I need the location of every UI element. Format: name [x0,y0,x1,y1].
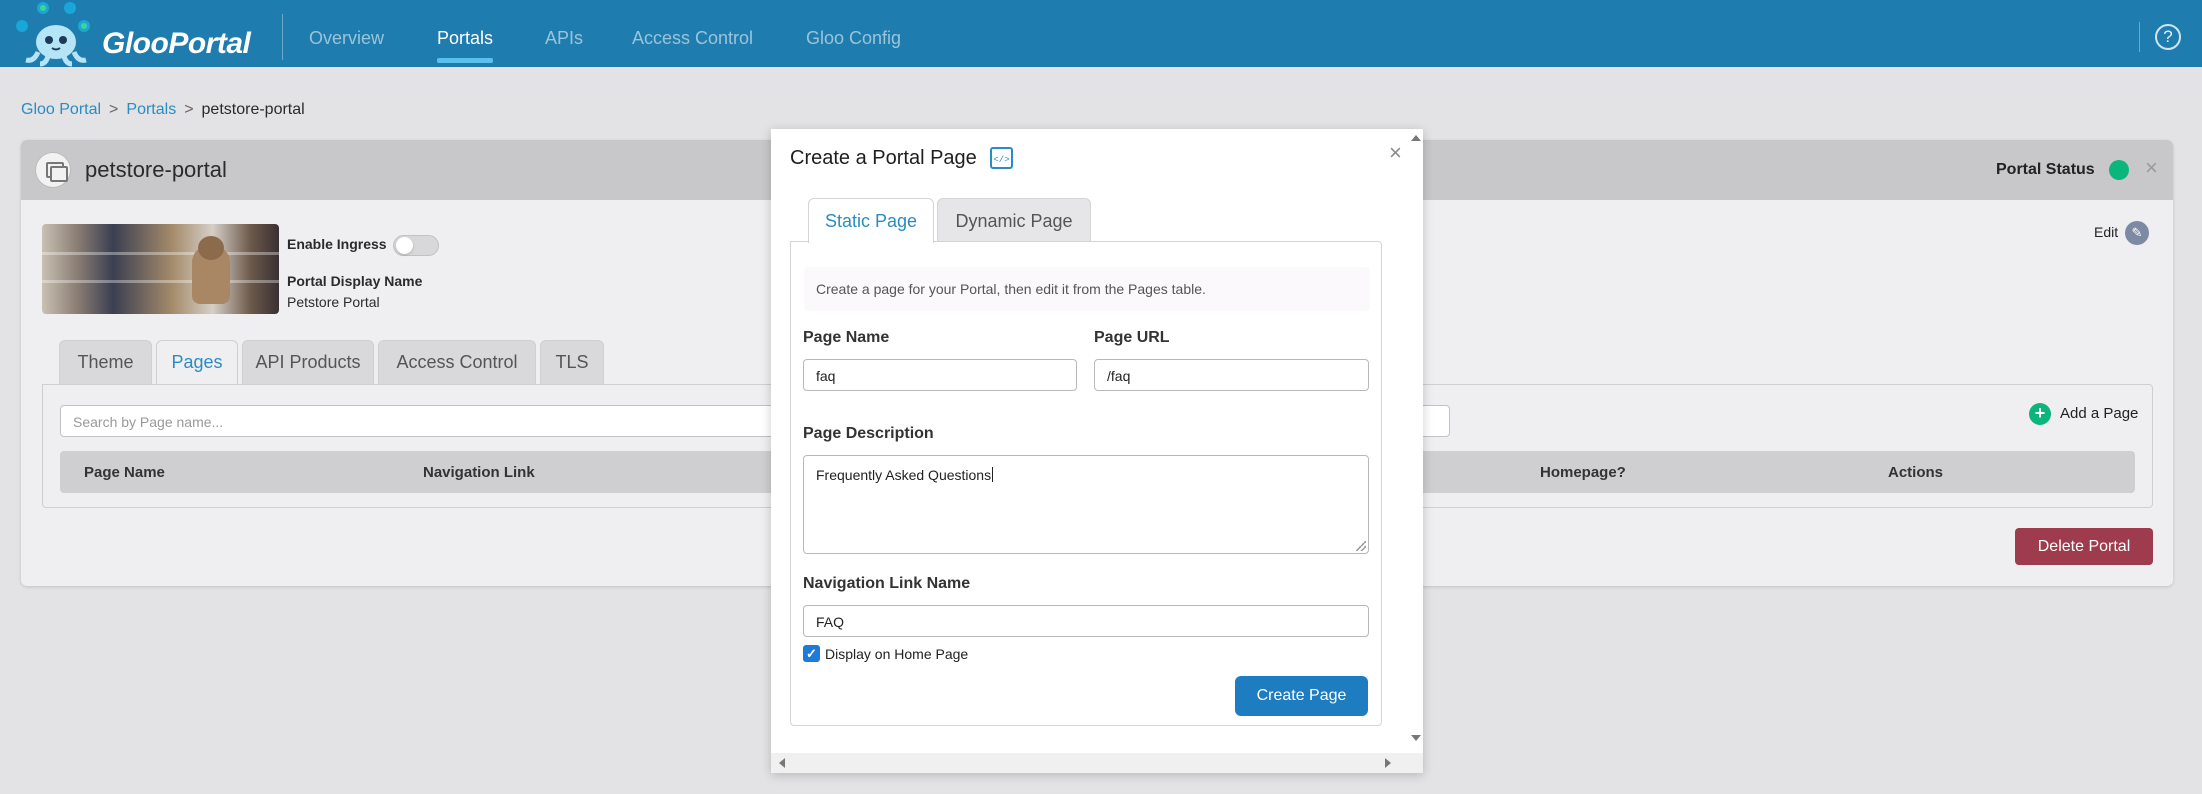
page-name-input[interactable]: faq [803,359,1077,391]
nav-gloo-config[interactable]: Gloo Config [806,28,901,49]
tab-tls[interactable]: TLS [540,340,604,384]
page-url-input[interactable]: /faq [1094,359,1369,391]
tab-pages[interactable]: Pages [156,340,238,384]
display-name-value: Petstore Portal [287,294,380,310]
page-url-label: Page URL [1094,329,1170,346]
vertical-scrollbar[interactable] [1406,129,1423,753]
nav-access-control[interactable]: Access Control [632,28,753,49]
brand-name: GlooPortal [102,27,251,60]
delete-portal-button[interactable]: Delete Portal [2015,528,2153,565]
scroll-down-arrow-icon[interactable] [1411,735,1421,741]
column-page-name: Page Name [84,464,165,481]
scroll-left-arrow-icon[interactable] [779,758,785,768]
tab-static-page[interactable]: Static Page [808,198,934,243]
portal-title: petstore-portal [85,157,227,182]
nav-divider [282,14,283,60]
page-name-label: Page Name [803,329,890,346]
pencil-icon[interactable]: ✎ [2125,221,2149,245]
page-description-textarea[interactable]: Frequently Asked Questions [803,455,1369,554]
octopus-mascot-icon [16,2,90,67]
close-icon[interactable]: × [2145,155,2158,181]
breadcrumb-gloo-portal[interactable]: Gloo Portal [21,101,101,118]
resize-handle-icon[interactable] [1356,541,1366,551]
nav-overview[interactable]: Overview [309,28,384,49]
breadcrumb-separator: > [109,101,119,118]
column-actions: Actions [1888,464,1944,481]
create-page-button[interactable]: Create Page [1235,676,1368,716]
static-page-form: Create a page for your Portal, then edit… [790,241,1382,726]
add-page-button[interactable]: Add a Page [2060,405,2138,422]
enable-ingress-label: Enable Ingress [287,236,387,252]
portal-status-label: Portal Status [1996,161,2095,178]
top-nav-bar: GlooPortal Overview Portals APIs Access … [0,0,2202,67]
scroll-right-arrow-icon[interactable] [1385,758,1391,768]
portal-banner-image [42,224,279,314]
tab-api-products[interactable]: API Products [242,340,374,384]
create-portal-page-modal: Create a Portal Page </> × Static Page D… [771,129,1423,773]
breadcrumb: Gloo Portal > Portals > petstore-portal [21,101,305,119]
navigation-link-name-input[interactable]: FAQ [803,605,1369,637]
info-message: Create a page for your Portal, then edit… [804,267,1370,311]
navigation-link-name-label: Navigation Link Name [803,575,971,592]
modal-title: Create a Portal Page [790,147,977,169]
modal-close-icon[interactable]: × [1389,140,1402,166]
column-navigation-link: Navigation Link [423,464,535,481]
gloo-portal-logo[interactable]: GlooPortal [10,0,251,67]
text-caret [992,467,994,482]
display-on-home-checkbox[interactable]: ✓ [803,645,820,662]
nav-apis[interactable]: APIs [545,28,583,49]
tab-theme[interactable]: Theme [59,340,152,384]
breadcrumb-current: petstore-portal [201,101,305,118]
breadcrumb-separator: > [184,101,194,118]
display-name-label: Portal Display Name [287,273,423,289]
tab-access-control[interactable]: Access Control [378,340,536,384]
plus-icon[interactable]: + [2029,403,2051,425]
nav-divider-right [2139,22,2140,52]
tab-dynamic-page[interactable]: Dynamic Page [937,198,1091,242]
nav-active-indicator [437,58,493,63]
status-indicator-icon [2109,160,2129,180]
scroll-up-arrow-icon[interactable] [1411,135,1421,141]
enable-ingress-toggle[interactable] [393,235,439,256]
dog-image [192,236,230,304]
help-icon[interactable]: ? [2155,24,2181,50]
horizontal-scrollbar[interactable] [771,753,1423,773]
page-description-label: Page Description [803,425,934,442]
nav-portals[interactable]: Portals [437,28,493,49]
column-homepage: Homepage? [1540,464,1626,481]
display-on-home-label: Display on Home Page [825,646,969,662]
breadcrumb-portals[interactable]: Portals [126,101,176,118]
code-page-icon: </> [990,147,1013,169]
portal-icon [35,152,71,188]
edit-label[interactable]: Edit [2094,224,2118,240]
page-description-value: Frequently Asked Questions [816,467,992,483]
